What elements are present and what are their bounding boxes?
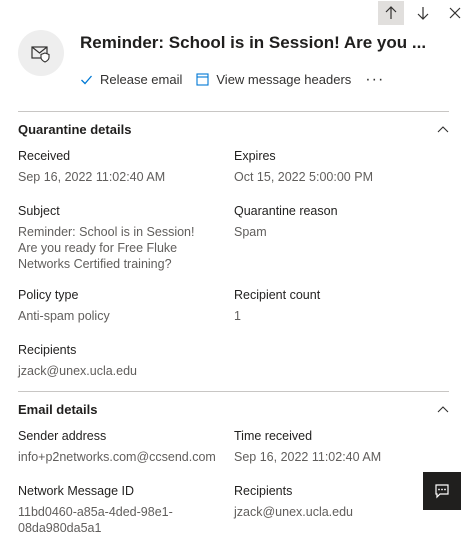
field-label: Time received xyxy=(234,429,313,443)
subject-field: Subject Reminder: School is in Session! … xyxy=(18,204,208,272)
chat-feedback-button[interactable] xyxy=(423,472,461,510)
chat-feedback-icon xyxy=(435,484,449,499)
field-value: 1 xyxy=(234,309,241,323)
checkmark-icon xyxy=(81,75,92,85)
network-message-id-field: Network Message ID 11bd0460-a85a-4ded-98… xyxy=(18,484,188,536)
view-message-headers-label: View message headers xyxy=(216,72,352,87)
chevron-up-icon[interactable] xyxy=(437,404,449,416)
field-value: info+p2networks.com@ccsend.com xyxy=(18,450,216,464)
recipient-count-field: Recipient count 1 xyxy=(234,288,449,324)
field-label: Subject xyxy=(18,204,60,218)
close-icon xyxy=(449,7,461,19)
field-value: 11bd0460-a85a-4ded-98e1-08da980da5a1 xyxy=(18,505,173,535)
message-avatar xyxy=(18,30,64,76)
field-label: Network Message ID xyxy=(18,484,135,498)
field-value: Anti-spam policy xyxy=(18,309,110,323)
email-recipients-field: Recipients jzack@unex.ucla.edu xyxy=(234,484,414,520)
arrow-up-icon xyxy=(385,6,397,19)
recipients-field: Recipients jzack@unex.ucla.edu xyxy=(18,343,218,379)
arrow-down-icon xyxy=(417,7,429,20)
more-actions-button[interactable]: ··· xyxy=(365,71,384,87)
field-value: Sep 16, 2022 11:02:40 AM xyxy=(18,170,166,184)
mail-shield-icon xyxy=(31,46,50,63)
field-label: Sender address xyxy=(18,429,107,443)
divider xyxy=(18,111,449,112)
action-bar: Release email View message headers ··· xyxy=(80,71,384,87)
field-label: Expires xyxy=(234,149,276,163)
field-label: Received xyxy=(18,149,71,163)
field-value: jzack@unex.ucla.edu xyxy=(234,505,354,519)
chevron-up-icon[interactable] xyxy=(437,124,449,136)
previous-item-button[interactable] xyxy=(378,1,404,25)
field-label: Recipients xyxy=(234,484,293,498)
field-value: Sep 16, 2022 11:02:40 AM xyxy=(234,450,382,464)
field-value: Spam xyxy=(234,225,267,239)
field-value: Oct 15, 2022 5:00:00 PM xyxy=(234,170,373,184)
field-value: jzack@unex.ucla.edu xyxy=(18,364,138,378)
sender-address-field: Sender address info+p2networks.com@ccsen… xyxy=(18,429,228,465)
expires-field: Expires Oct 15, 2022 5:00:00 PM xyxy=(234,149,449,185)
quarantine-details-header[interactable]: Quarantine details xyxy=(18,122,449,137)
field-label: Recipient count xyxy=(234,288,321,302)
release-email-button[interactable]: Release email xyxy=(80,72,182,87)
field-label: Recipients xyxy=(18,343,77,357)
time-received-field: Time received Sep 16, 2022 11:02:40 AM xyxy=(234,429,449,465)
policy-type-field: Policy type Anti-spam policy xyxy=(18,288,218,324)
page-title: Reminder: School is in Session! Are you … xyxy=(80,33,427,52)
section-title: Quarantine details xyxy=(18,122,132,137)
view-message-headers-button[interactable]: View message headers xyxy=(196,72,351,87)
divider xyxy=(18,391,449,392)
release-email-label: Release email xyxy=(100,72,183,87)
next-item-button[interactable] xyxy=(410,1,436,25)
close-button[interactable] xyxy=(442,1,468,25)
field-label: Quarantine reason xyxy=(234,204,338,218)
section-title: Email details xyxy=(18,402,98,417)
panel-navigation xyxy=(372,0,474,26)
field-label: Policy type xyxy=(18,288,79,302)
received-field: Received Sep 16, 2022 11:02:40 AM xyxy=(18,149,218,185)
field-value: Reminder: School is in Session! Are you … xyxy=(18,225,195,271)
quarantine-reason-field: Quarantine reason Spam xyxy=(234,204,449,240)
message-headers-icon xyxy=(196,73,209,86)
email-details-header[interactable]: Email details xyxy=(18,402,449,417)
